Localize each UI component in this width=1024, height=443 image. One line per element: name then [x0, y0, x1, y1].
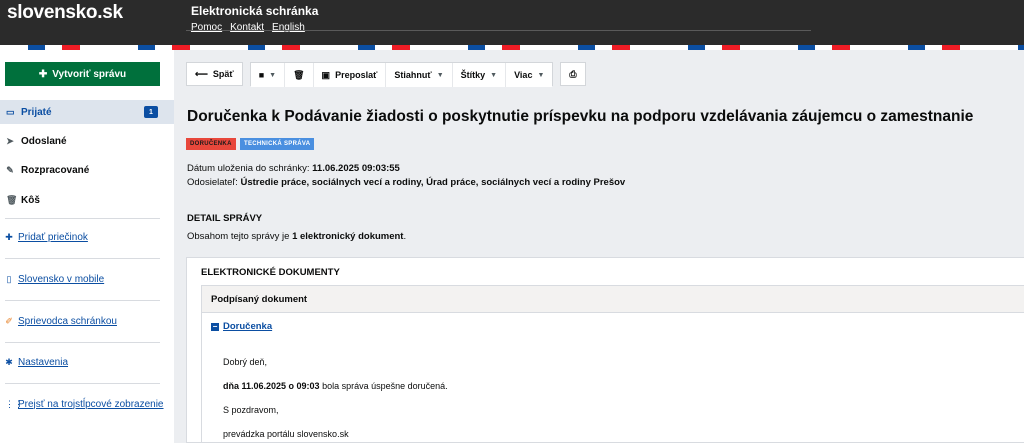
electronic-documents-panel: ELEKTRONICKÉ DOKUMENTY Podpísaný dokumen…: [186, 257, 1024, 443]
folder-icon: ■: [258, 70, 265, 80]
arrow-left-icon: ⟵: [195, 68, 208, 79]
move-to-folder-button[interactable]: ■ ▼: [250, 63, 285, 87]
chevron-down-icon: ▼: [436, 71, 444, 79]
letter-regards: S pozdravom,: [223, 405, 279, 415]
delivery-datetime: dňa 11.06.2025 o 09:03: [223, 381, 320, 391]
settings-label: Nastavenia: [18, 356, 69, 368]
gear-icon: ✱: [5, 356, 13, 367]
trash-icon: 🗑: [293, 69, 305, 80]
sidebar-divider: [5, 342, 160, 343]
english-link[interactable]: English: [272, 22, 305, 33]
sidebar-item-label: Prijaté: [21, 106, 52, 118]
three-column-view-label: Prejsť na trojstĺpcové zobrazenie: [18, 398, 164, 410]
chevron-down-icon: ▼: [269, 71, 277, 79]
delete-button[interactable]: 🗑: [284, 63, 313, 87]
pencil-icon: ✎: [6, 164, 14, 175]
sidebar-item-drafts[interactable]: ✎ Rozpracované: [0, 158, 174, 182]
settings-link[interactable]: ✱ Nastavenia: [0, 352, 174, 372]
printer-icon: ⎙: [569, 68, 577, 79]
detail-prefix: Obsahom tejto správy je: [187, 231, 290, 242]
more-dropdown[interactable]: Viac ▼: [505, 63, 553, 87]
mobile-icon: ▯: [6, 273, 12, 284]
saved-date-label: Dátum uloženia do schránky:: [187, 163, 310, 174]
sidebar: ✚ Vytvoriť správu ▭ Prijaté 1 ➤ Odoslané…: [0, 50, 174, 443]
sidebar-item-label: Kôš: [21, 194, 40, 206]
letter-signature: prevádzka portálu slovensko.sk: [223, 429, 349, 439]
mailbox-guide-link[interactable]: ✐ Sprievodca schránkou: [0, 311, 174, 331]
tag-technical-message: TECHNICKÁ SPRÁVA: [240, 138, 315, 150]
sidebar-item-sent[interactable]: ➤ Odoslané: [0, 129, 174, 153]
saved-date-row: Dátum uloženia do schránky: 11.06.2025 0…: [187, 163, 400, 174]
trash-icon: 🗑: [6, 194, 18, 205]
letter-greeting: Dobrý deň,: [223, 357, 268, 367]
message-subject: Doručenka k Podávanie žiadosti o poskytn…: [187, 108, 974, 125]
inbox-icon: ▭: [6, 106, 15, 117]
site-logo[interactable]: slovensko.sk: [7, 2, 123, 24]
signed-document-header: Podpísaný dokument: [202, 286, 1024, 313]
wand-icon: ✐: [5, 315, 13, 326]
plus-icon: ✚: [5, 231, 13, 242]
sender-row: Odosielateľ: Ústredie práce, sociálnych …: [187, 177, 625, 188]
mailbox-guide-label: Sprievodca schránkou: [18, 315, 117, 327]
back-label: Späť: [212, 69, 234, 79]
document-name: Doručenka: [223, 321, 273, 332]
more-label: Viac: [514, 70, 533, 80]
sidebar-item-trash[interactable]: 🗑 Kôš: [0, 188, 174, 212]
sidebar-divider: [5, 258, 160, 259]
labels-label: Štítky: [460, 70, 486, 80]
help-link[interactable]: Pomoc: [191, 22, 222, 33]
plus-icon: ✚: [38, 68, 48, 80]
unread-count-badge: 1: [144, 106, 158, 118]
contact-link[interactable]: Kontakt: [230, 22, 264, 33]
top-links: Pomoc Kontakt English: [191, 22, 305, 33]
sidebar-divider: [5, 218, 160, 219]
saved-date-value: 11.06.2025 09:03:55: [312, 163, 400, 174]
header-divider: [186, 30, 811, 31]
message-detail-text: Obsahom tejto správy je 1 elektronický d…: [187, 231, 406, 242]
three-column-view-link[interactable]: ⋮⋮ Prejsť na trojstĺpcové zobrazenie: [0, 394, 174, 414]
paper-plane-icon: ➤: [6, 135, 14, 146]
document-count: 1 elektronický dokument: [292, 231, 404, 242]
add-folder-label: Pridať priečinok: [18, 231, 88, 243]
chevron-down-icon: ▼: [537, 71, 545, 79]
message-detail-title: DETAIL SPRÁVY: [187, 213, 263, 224]
sidebar-item-label: Rozpracované: [21, 164, 90, 176]
collapse-icon: −: [211, 321, 219, 331]
chevron-down-icon: ▼: [490, 71, 498, 79]
sidebar-item-label: Odoslané: [21, 135, 67, 147]
app-title: Elektronická schránka: [191, 4, 319, 18]
download-dropdown[interactable]: Stiahnuť ▼: [385, 63, 452, 87]
documents-title: ELEKTRONICKÉ DOKUMENTY: [201, 267, 340, 278]
forward-button[interactable]: ▣ Preposlať: [312, 63, 386, 87]
labels-dropdown[interactable]: Štítky ▼: [451, 63, 506, 87]
add-folder-link[interactable]: ✚ Pridať priečinok: [0, 227, 174, 247]
message-toolbar: ⟵ Späť ■ ▼ 🗑 ▣ Preposlať Stiahnuť ▼ Štít…: [186, 62, 586, 87]
sender-label: Odosielateľ:: [187, 177, 238, 188]
delivery-text: bola správa úspešne doručená.: [322, 381, 448, 391]
sidebar-divider: [5, 300, 160, 301]
back-button[interactable]: ⟵ Späť: [186, 62, 243, 86]
tag-receipt: DORUČENKA: [186, 138, 236, 150]
print-button[interactable]: ⎙: [560, 62, 586, 86]
sender-value: Ústredie práce, sociálnych vecí a rodiny…: [240, 177, 626, 188]
forward-icon: ▣: [321, 69, 331, 80]
detail-suffix: .: [403, 231, 407, 242]
sidebar-divider: [5, 383, 160, 384]
columns-icon: ⋮⋮: [5, 398, 23, 409]
create-message-label: Vytvoriť správu: [52, 68, 127, 80]
mobile-app-link[interactable]: ▯ Slovensko v mobile: [0, 269, 174, 289]
action-button-group: ■ ▼ 🗑 ▣ Preposlať Stiahnuť ▼ Štítky ▼ Vi…: [249, 62, 554, 87]
letter-delivery-line: dňa 11.06.2025 o 09:03 bola správa úspeš…: [223, 381, 448, 391]
sidebar-item-inbox[interactable]: ▭ Prijaté 1: [0, 100, 174, 124]
signed-document-box: Podpísaný dokument − Doručenka Dobrý deň…: [201, 285, 1024, 443]
create-message-button[interactable]: ✚ Vytvoriť správu: [5, 62, 160, 86]
document-toggle[interactable]: − Doručenka: [211, 321, 272, 332]
mobile-app-label: Slovensko v mobile: [18, 273, 105, 285]
forward-label: Preposlať: [335, 70, 378, 80]
top-header-bar: slovensko.sk Elektronická schránka Pomoc…: [0, 0, 1024, 50]
download-label: Stiahnuť: [394, 70, 432, 80]
